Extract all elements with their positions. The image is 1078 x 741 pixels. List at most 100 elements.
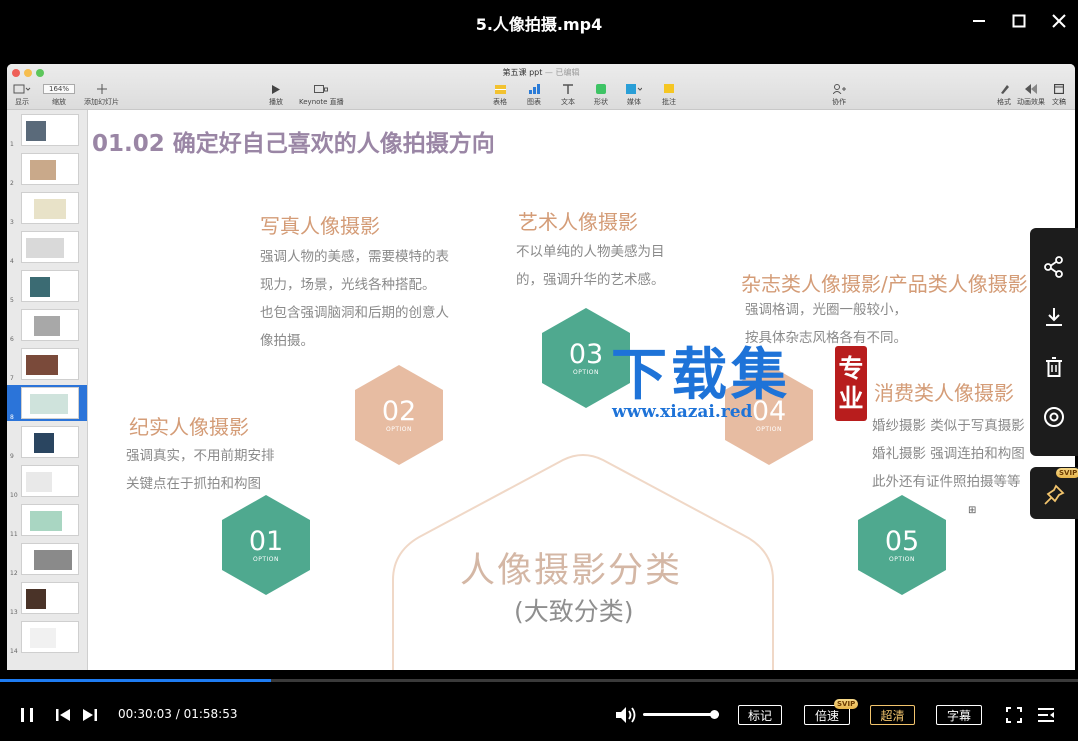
slide-navigator[interactable]: 1 2 3 4 5 6 7 8 9 10 11 12 13 14 [7,110,88,670]
pause-icon[interactable] [16,705,38,725]
category-04-title: 杂志类人像摄影/产品类人像摄影 [741,272,1028,296]
total-duration: 01:58:53 [183,707,238,721]
category-01-line: 关键点在于抓拍和构图 [126,476,261,492]
slide-thumbnail[interactable]: 6 [7,307,87,343]
slide-preview [21,114,79,146]
seek-bar[interactable] [0,679,1078,682]
fullscreen-icon[interactable] [1003,704,1025,726]
toolbar-comment[interactable]: 批注 [662,81,676,107]
watermark-seal: 专 业 [835,346,867,421]
pin-icon[interactable] [1042,483,1066,507]
toolbar-zoom[interactable]: 164% 缩放 [43,82,76,107]
option-label: OPTION [756,425,782,433]
slide-thumbnail[interactable]: 3 [7,190,87,226]
category-02-body: 强调人物的美感，需要模特的表 现力，场景，光线各种搭配。 也包含强调脑洞和后期的… [260,243,449,355]
speed-svip-badge: SVIP [834,699,859,709]
toolbar-animate[interactable]: 动画效果 [1017,81,1045,107]
slide-thumbnail[interactable]: 4 [7,229,87,265]
category-02-line: 也包含强调脑洞和后期的创意人 [260,305,449,321]
toolbar-live[interactable]: Keynote 直播 [299,81,344,107]
format-icon [1001,85,1009,94]
animate-icon [1025,84,1037,94]
table-icon [494,85,506,94]
option-number: 05 [884,525,920,557]
volume-icon[interactable] [614,704,638,726]
close-icon[interactable] [1046,8,1072,34]
mark-button[interactable]: 标记 [738,705,782,725]
download-icon[interactable] [1042,305,1066,329]
volume-slider[interactable] [643,713,719,716]
document-status: — 已编辑 [544,68,580,77]
slide-thumbnail[interactable]: 12 [7,541,87,577]
slide-preview [21,387,79,419]
toolbar-add-slide[interactable]: 添加幻灯片 [84,81,119,107]
text-icon [563,84,573,94]
option-label: OPTION [889,555,915,563]
toolbar-format[interactable]: 格式 [997,81,1011,107]
move-handle-icon[interactable]: ⊞ [968,505,976,516]
slide-thumbnail[interactable]: 10 [7,463,87,499]
category-02-line: 现力，场景，光线各种搭配。 [260,277,436,293]
playlist-icon[interactable] [1035,704,1057,726]
option-hexagon-01[interactable]: 01 OPTION [222,495,310,595]
previous-icon[interactable] [53,705,73,725]
quality-button[interactable]: 超清 [870,705,915,725]
slide-canvas[interactable]: 01.02 确定好自己喜欢的人像拍摄方向 写真人像摄影 强调人物的美感，需要模特… [88,110,1075,670]
side-action-panel [1030,228,1078,456]
slide-thumbnail[interactable]: 11 [7,502,87,538]
toolbar-media[interactable]: 媒体 [626,81,642,107]
slide-preview [21,426,79,458]
current-time: 00:30:03 [118,707,172,721]
share-icon[interactable] [1042,255,1066,279]
option-number: 01 [248,525,284,557]
volume-slider-knob[interactable] [709,710,719,719]
comment-icon [664,84,674,93]
slide-thumbnail[interactable]: 14 [7,619,87,655]
toolbar-media-label: 媒体 [627,98,641,106]
minimize-icon[interactable] [966,8,992,34]
toolbar-text[interactable]: 文本 [561,81,575,107]
trash-icon[interactable] [1042,355,1066,379]
slide-number: 6 [10,336,14,343]
center-subtitle: (大致分类) [514,597,634,626]
toolbar-view[interactable]: 显示 [13,81,31,107]
keynote-window: 第五课 ppt — 已编辑 显示 164% 缩放 添加幻灯片 播放 Keynot… [7,64,1075,670]
category-05-line: 婚纱摄影 类似于写真摄影 [872,418,1025,434]
document-name: 第五课 ppt [502,68,543,77]
category-02-title: 写真人像摄影 [260,214,380,238]
option-label: OPTION [386,425,412,433]
toolbar-document[interactable]: 文稿 [1052,81,1066,107]
toolbar-shape[interactable]: 形状 [594,81,608,107]
slide-number: 10 [10,492,18,499]
slide-thumbnail[interactable]: 8 [7,385,87,421]
slide-number: 9 [10,453,14,460]
slide-thumbnail[interactable]: 9 [7,424,87,460]
toolbar-document-label: 文稿 [1052,98,1066,106]
slide-thumbnail[interactable]: 5 [7,268,87,304]
slide-thumbnail[interactable]: 13 [7,580,87,616]
view-icon [13,84,31,94]
subtitles-button[interactable]: 字幕 [936,705,982,725]
center-title: 人像摄影分类 [460,551,683,591]
toolbar-play-label: 播放 [269,98,283,106]
slide-preview [21,621,79,653]
document-icon [1054,84,1064,94]
slide-preview [21,231,79,263]
toolbar-play[interactable]: 播放 [269,81,283,107]
next-icon[interactable] [80,705,100,725]
toolbar-collaborate[interactable]: 协作 [832,81,846,107]
slide-thumbnail[interactable]: 7 [7,346,87,382]
zoom-value: 164% [43,84,76,94]
slide-number: 13 [10,609,18,616]
toolbar-text-label: 文本 [561,98,575,106]
slide-thumbnail[interactable]: 2 [7,151,87,187]
maximize-icon[interactable] [1006,8,1032,34]
slide-thumbnail[interactable]: 1 [7,112,87,148]
category-05-line: 此外还有证件照拍摄等等 [872,474,1021,490]
toolbar-table[interactable]: 表格 [493,81,507,107]
toolbar-chart[interactable]: 图表 [527,81,541,107]
target-icon[interactable] [1042,405,1066,429]
live-icon [314,85,329,93]
slide-preview [21,543,79,575]
option-hexagon-05[interactable]: 05 OPTION [858,495,946,595]
